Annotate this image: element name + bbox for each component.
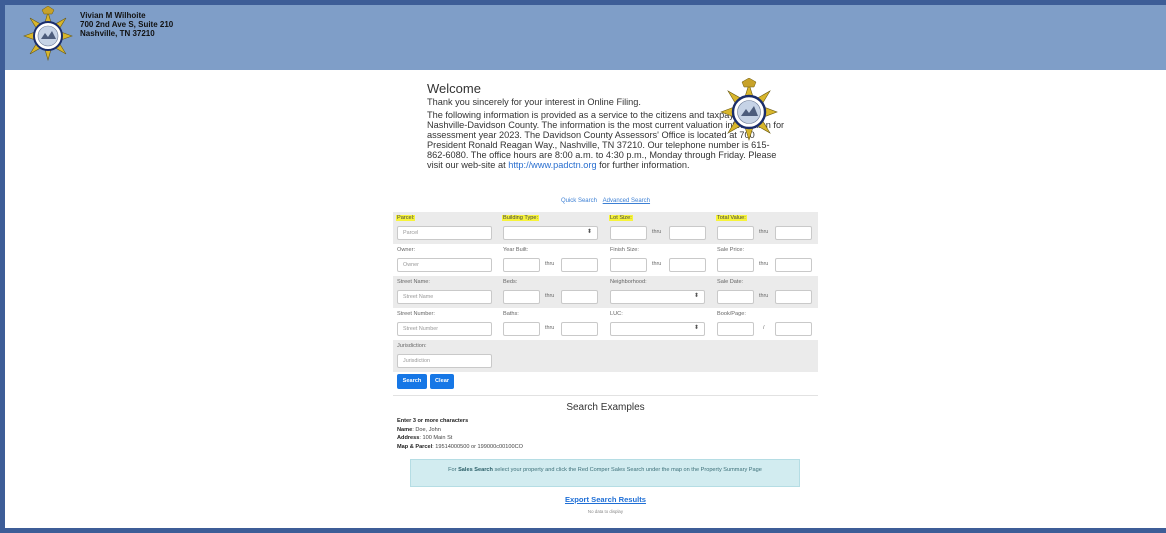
metro-nashville-seal-icon bbox=[720, 78, 778, 142]
search-examples-title: Search Examples bbox=[566, 402, 645, 413]
page-input[interactable] bbox=[775, 322, 812, 336]
example-name-value: : Doe, John bbox=[412, 426, 441, 433]
address-line-1: 700 2nd Ave S, Suite 210 bbox=[80, 20, 174, 29]
export-search-results-link[interactable]: Export Search Results bbox=[393, 495, 818, 504]
sale-date-to-input[interactable] bbox=[775, 290, 812, 304]
finish-size-to-input[interactable] bbox=[669, 258, 706, 272]
sale-price-label: Sale Price: bbox=[717, 247, 745, 253]
info-prefix: For bbox=[448, 467, 457, 473]
form-row-4: Street Number: Street Number Baths: thru… bbox=[393, 308, 818, 340]
thru-label: thru bbox=[759, 293, 769, 299]
section-divider bbox=[393, 395, 818, 396]
total-value-to-input[interactable] bbox=[775, 226, 812, 240]
select-caret-icon: ⬍ bbox=[586, 229, 592, 235]
example-name-label: Name bbox=[397, 426, 413, 433]
welcome-title: Welcome bbox=[427, 81, 481, 96]
form-row-5: Jurisdiction: Jurisdiction bbox=[393, 340, 818, 372]
baths-from-input[interactable] bbox=[503, 322, 540, 336]
street-number-input[interactable]: Street Number bbox=[397, 322, 492, 336]
header-bar bbox=[5, 5, 1166, 70]
owner-input[interactable]: Owner bbox=[397, 258, 492, 272]
parcel-label: Parcel: bbox=[396, 215, 416, 221]
search-mode-links: Quick Search Advanced Search bbox=[393, 198, 818, 204]
assessor-address: Vivian M Wilhoite 700 2nd Ave S, Suite 2… bbox=[80, 11, 173, 38]
lot-size-from-input[interactable] bbox=[610, 226, 647, 240]
example-address-value: : 100 Main St bbox=[419, 435, 453, 441]
lot-size-to-input[interactable] bbox=[669, 226, 706, 240]
form-row-1: Parcel: Parcel Building Type: ⬍ Lot Size… bbox=[393, 212, 818, 244]
example-map-parcel-label: Map & Parcel bbox=[397, 443, 433, 450]
bottom-border bbox=[0, 528, 1166, 533]
advanced-search-link[interactable]: Advanced Search bbox=[603, 198, 650, 204]
building-type-select[interactable]: ⬍ bbox=[503, 226, 598, 240]
thru-label: thru bbox=[759, 261, 769, 267]
left-border bbox=[0, 5, 5, 533]
thru-label: thru bbox=[652, 229, 662, 235]
address-line-2: Nashville, TN 37210 bbox=[80, 29, 155, 38]
jurisdiction-input[interactable]: Jurisdiction bbox=[397, 354, 492, 368]
jurisdiction-label: Jurisdiction: bbox=[397, 343, 427, 349]
form-row-3: Street Name: Street Name Beds: thru Neig… bbox=[393, 276, 818, 308]
street-number-label: Street Number: bbox=[397, 311, 435, 317]
neighborhood-select[interactable]: ⬍ bbox=[610, 290, 705, 304]
beds-label: Beds: bbox=[503, 279, 518, 285]
example-address-label: Address bbox=[397, 435, 420, 441]
sale-price-from-input[interactable] bbox=[717, 258, 754, 272]
page: Vivian M Wilhoite 700 2nd Ave S, Suite 2… bbox=[0, 0, 1166, 533]
lot-size-label: Lot Size: bbox=[609, 215, 633, 221]
luc-label: LUC: bbox=[610, 311, 623, 317]
year-built-from-input[interactable] bbox=[503, 258, 540, 272]
street-name-input[interactable]: Street Name bbox=[397, 290, 492, 304]
assessor-name: Vivian M Wilhoite bbox=[80, 11, 146, 20]
search-examples: Enter 3 or more characters Name: Doe, Jo… bbox=[397, 417, 523, 451]
quick-search-link[interactable]: Quick Search bbox=[561, 198, 597, 204]
book-page-separator: / bbox=[763, 325, 765, 331]
sales-search-info: For Sales Search select your property an… bbox=[410, 459, 800, 487]
thru-label: thru bbox=[545, 325, 555, 331]
form-row-2: Owner: Owner Year Built: thru Finish Siz… bbox=[393, 244, 818, 276]
metro-nashville-seal-icon bbox=[23, 6, 73, 62]
select-caret-icon: ⬍ bbox=[693, 293, 699, 299]
padctn-link[interactable]: http://www.padctn.org bbox=[508, 160, 596, 170]
select-caret-icon: ⬍ bbox=[693, 325, 699, 331]
beds-from-input[interactable] bbox=[503, 290, 540, 304]
finish-size-label: Finish Size: bbox=[610, 247, 639, 253]
clear-button[interactable]: Clear bbox=[430, 374, 454, 389]
examples-hint: Enter 3 or more characters bbox=[397, 418, 469, 424]
thru-label: thru bbox=[545, 261, 555, 267]
search-button[interactable]: Search bbox=[397, 374, 427, 389]
no-data-message: No data to display bbox=[587, 509, 624, 514]
baths-label: Baths: bbox=[503, 311, 519, 317]
sale-date-from-input[interactable] bbox=[717, 290, 754, 304]
year-built-to-input[interactable] bbox=[561, 258, 598, 272]
info-bold: Sales Search bbox=[458, 467, 493, 473]
search-form: Parcel: Parcel Building Type: ⬍ Lot Size… bbox=[393, 212, 818, 389]
beds-to-input[interactable] bbox=[561, 290, 598, 304]
luc-select[interactable]: ⬍ bbox=[610, 322, 705, 336]
year-built-label: Year Built: bbox=[503, 247, 529, 253]
owner-label: Owner: bbox=[397, 247, 416, 253]
info-text: select your property and click the Red C… bbox=[494, 467, 762, 473]
book-input[interactable] bbox=[717, 322, 754, 336]
thru-label: thru bbox=[545, 293, 555, 299]
street-name-label: Street Name: bbox=[397, 279, 430, 285]
example-map-parcel-value: : 19514000500 or 199000c00100CO bbox=[432, 443, 523, 450]
book-page-label: Book/Page: bbox=[717, 311, 746, 317]
sale-price-to-input[interactable] bbox=[775, 258, 812, 272]
finish-size-from-input[interactable] bbox=[610, 258, 647, 272]
thru-label: thru bbox=[759, 229, 769, 235]
neighborhood-label: Neighborhood: bbox=[610, 279, 647, 285]
building-type-label: Building Type: bbox=[502, 215, 540, 221]
baths-to-input[interactable] bbox=[561, 322, 598, 336]
total-value-label: Total Value: bbox=[716, 215, 747, 221]
welcome-paragraph-2-tail: for further information. bbox=[599, 160, 690, 170]
parcel-input[interactable]: Parcel bbox=[397, 226, 492, 240]
thru-label: thru bbox=[652, 261, 662, 267]
sale-date-label: Sale Date: bbox=[717, 279, 744, 285]
total-value-from-input[interactable] bbox=[717, 226, 754, 240]
